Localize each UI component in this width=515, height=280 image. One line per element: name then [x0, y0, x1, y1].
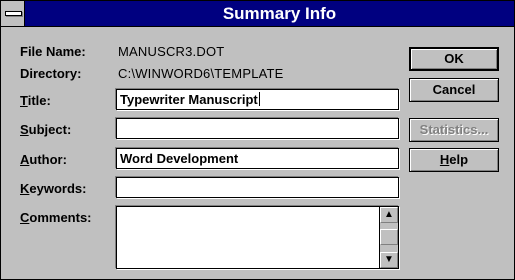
file-name-label: File Name:: [20, 44, 86, 59]
system-menu-button[interactable]: [1, 1, 25, 26]
title-field-value: Typewriter Manuscript: [120, 92, 258, 107]
author-field[interactable]: Word Development: [116, 148, 399, 169]
text-caret: [258, 92, 260, 106]
subject-field[interactable]: [116, 118, 399, 139]
subject-label: Subject:: [20, 122, 72, 137]
author-label: Author:: [20, 152, 67, 167]
dialog-title: Summary Info: [222, 4, 337, 23]
directory-label: Directory:: [20, 66, 82, 81]
comments-label: Comments:: [20, 210, 92, 225]
title-bar: Summary Info: [1, 1, 514, 27]
summary-info-dialog: Summary Info File Name: MANUSCR3.DOT Dir…: [0, 0, 515, 280]
comments-field[interactable]: ▲ ▼: [116, 206, 399, 269]
title-field[interactable]: Typewriter Manuscript: [116, 89, 399, 110]
keywords-field[interactable]: [116, 177, 399, 198]
system-menu-icon: [5, 11, 22, 16]
ok-button[interactable]: OK: [409, 47, 499, 71]
directory-value: C:\WINWORD6\TEMPLATE: [118, 66, 284, 81]
file-name-value: MANUSCR3.DOT: [118, 44, 225, 59]
comments-scrollbar[interactable]: ▲ ▼: [379, 207, 398, 268]
cancel-button[interactable]: Cancel: [409, 78, 499, 102]
keywords-label: Keywords:: [20, 181, 87, 196]
statistics-button[interactable]: Statistics...: [409, 118, 499, 142]
title-label: Title:: [20, 93, 51, 108]
scroll-up-icon[interactable]: ▲: [380, 207, 398, 223]
scroll-thumb[interactable]: [380, 229, 398, 245]
help-button[interactable]: Help: [409, 148, 499, 172]
scroll-down-icon[interactable]: ▼: [380, 252, 398, 268]
